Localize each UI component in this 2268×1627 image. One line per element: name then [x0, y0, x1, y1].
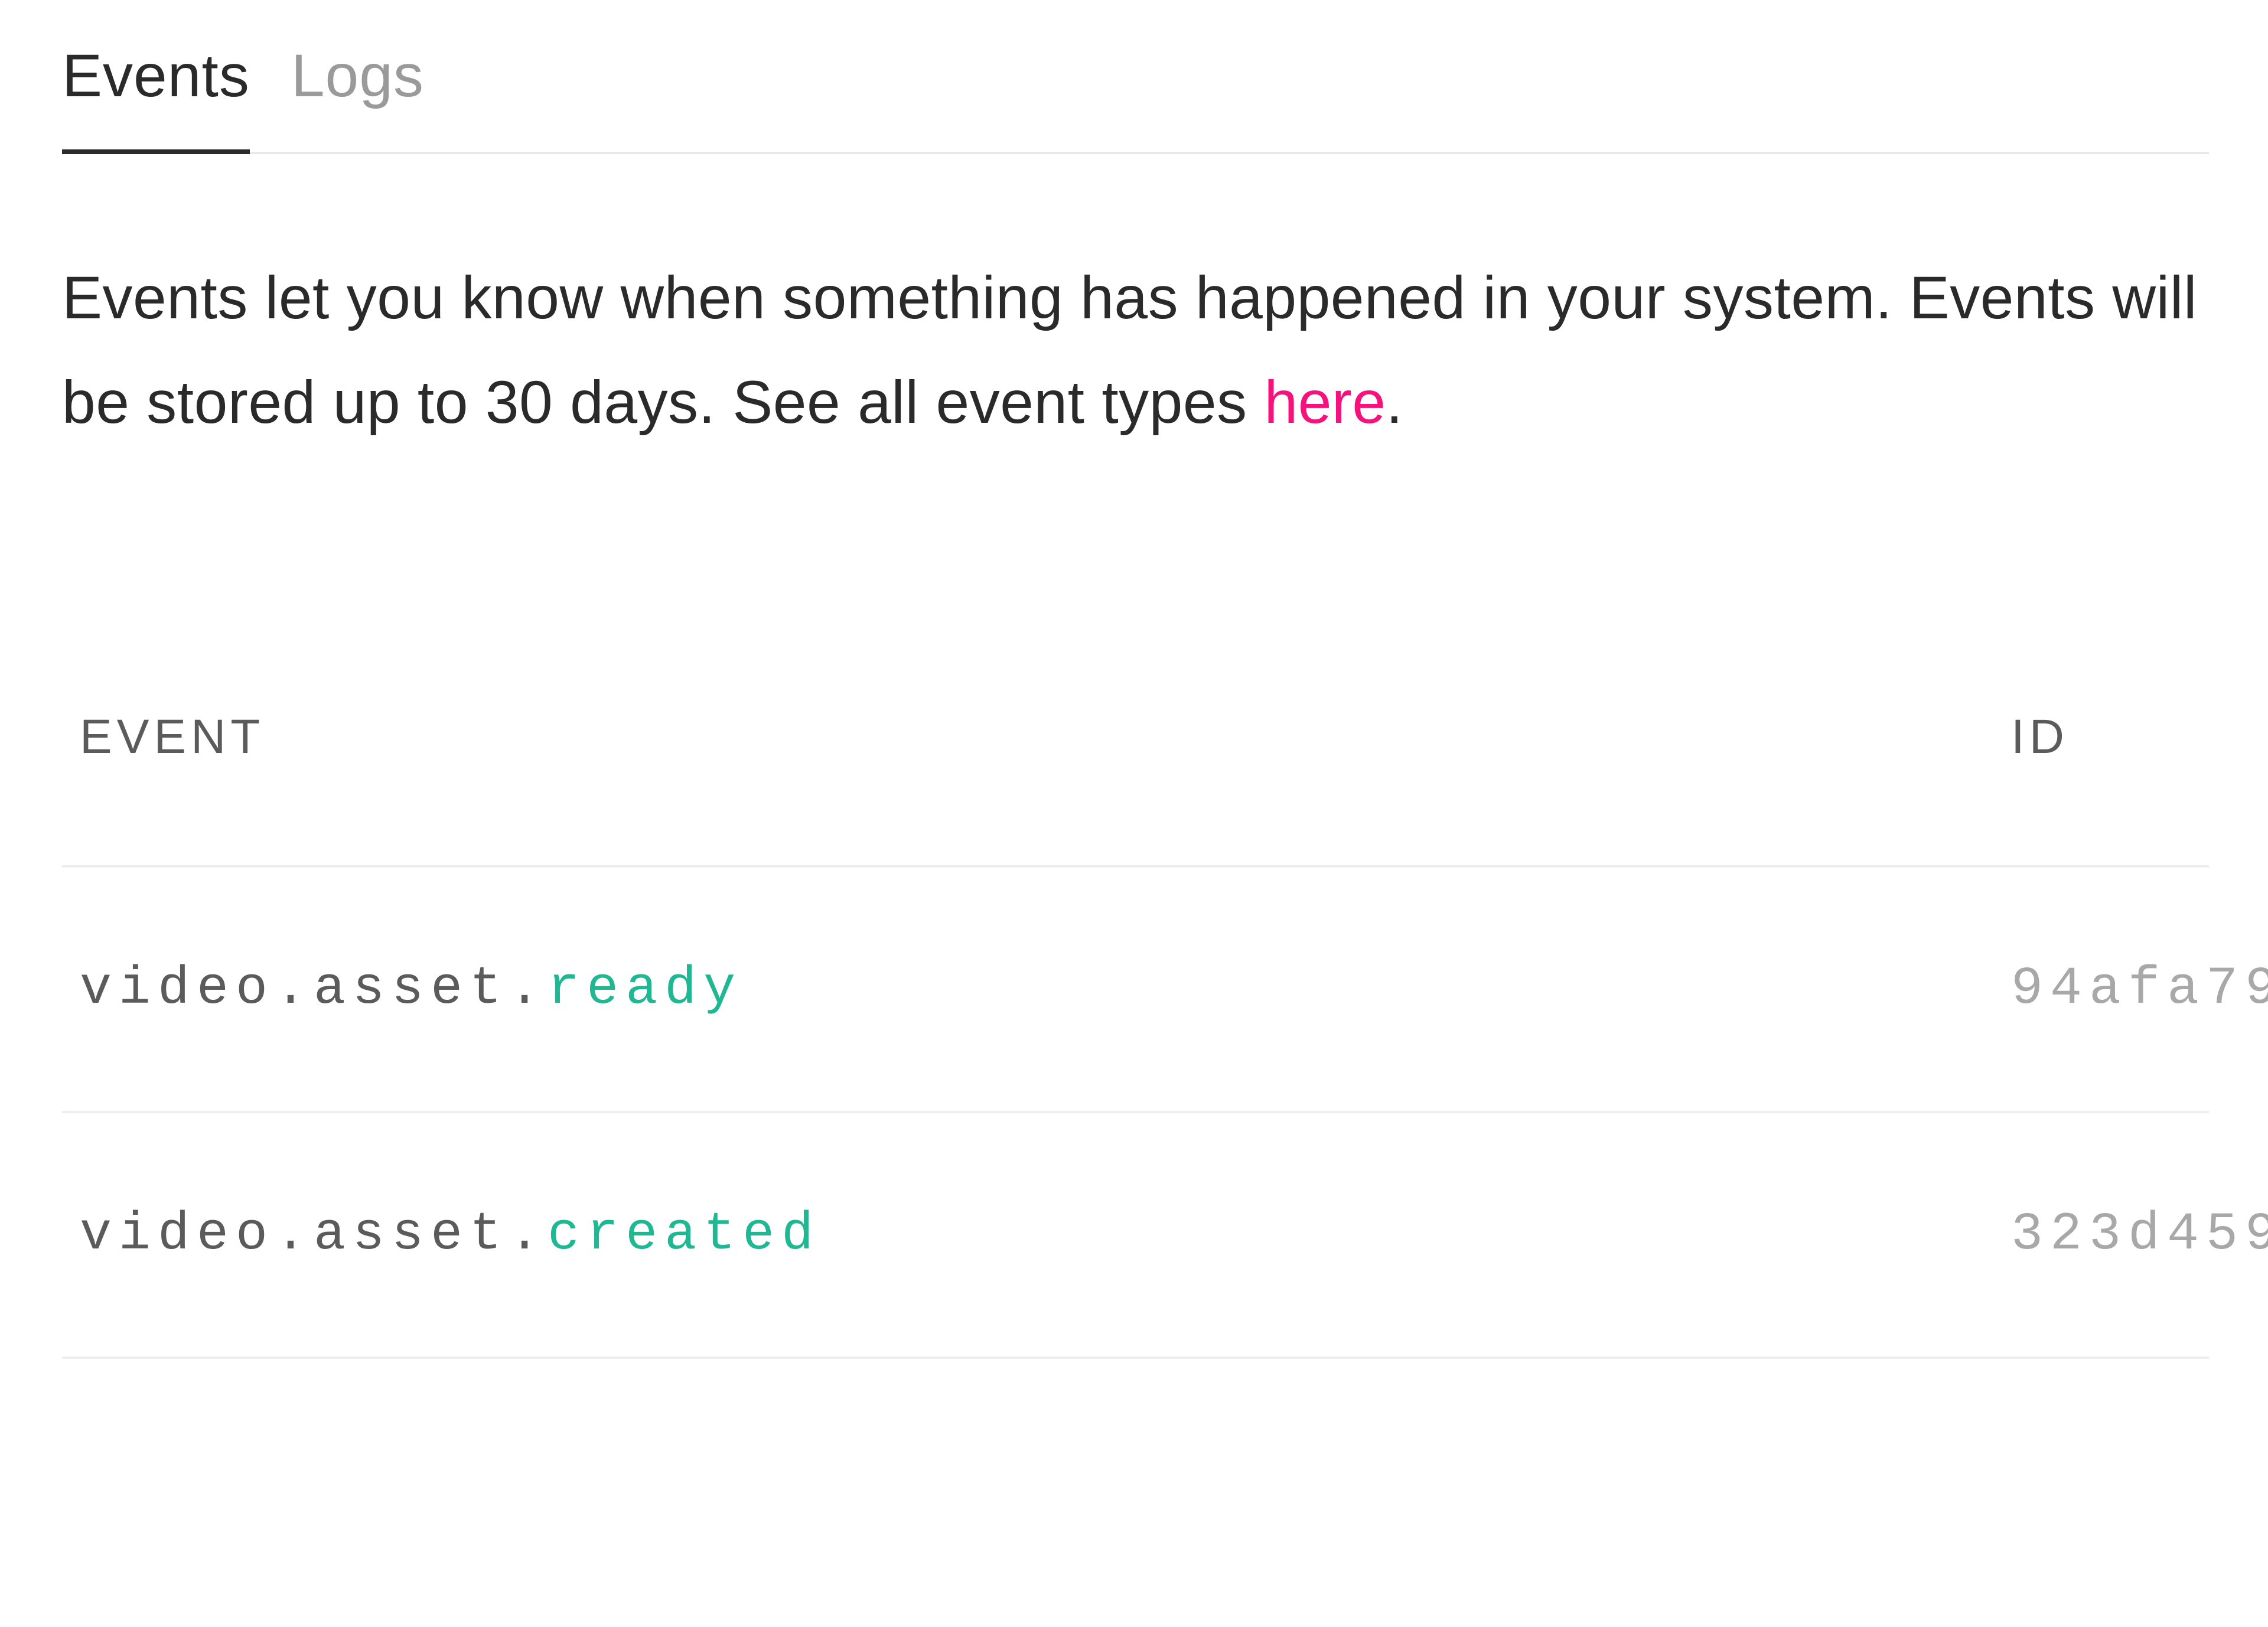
event-name: video.asset.ready — [80, 959, 2011, 1019]
event-types-link[interactable]: here — [1264, 369, 1386, 436]
table-row[interactable]: video.asset.created 323d459 — [62, 1113, 2209, 1359]
event-prefix: video.asset. — [80, 959, 548, 1019]
description-text-after: . — [1386, 369, 1403, 436]
column-header-event: EVENT — [80, 709, 2011, 765]
events-table: EVENT ID video.asset.ready 94afa79 video… — [62, 709, 2209, 1359]
event-action: ready — [548, 959, 742, 1019]
event-prefix: video.asset. — [80, 1205, 548, 1265]
tab-logs[interactable]: Logs — [291, 41, 424, 152]
table-header: EVENT ID — [62, 709, 2209, 868]
description-text-before: Events let you know when something has h… — [62, 264, 2197, 436]
event-name: video.asset.created — [80, 1205, 2011, 1265]
tabs-bar: Events Logs — [62, 41, 2209, 154]
tab-events[interactable]: Events — [62, 41, 250, 152]
table-row[interactable]: video.asset.ready 94afa79 — [62, 868, 2209, 1113]
event-id: 323d459 — [2011, 1205, 2268, 1265]
event-id: 94afa79 — [2011, 959, 2268, 1019]
event-action: created — [548, 1205, 820, 1265]
events-description: Events let you know when something has h… — [62, 246, 2209, 455]
column-header-id: ID — [2011, 709, 2069, 765]
